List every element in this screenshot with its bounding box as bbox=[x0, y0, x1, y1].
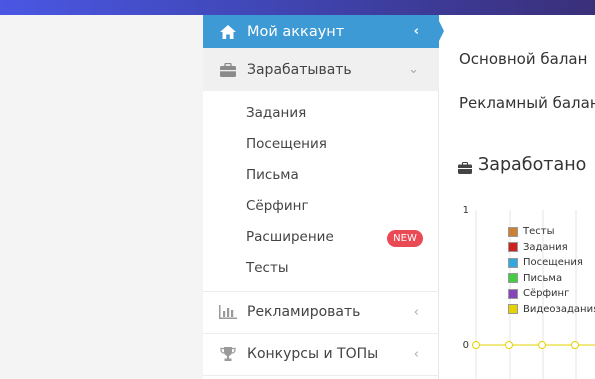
chevron-down-icon: ⌄ bbox=[408, 62, 419, 77]
main-content: Основной балан Рекламный балан Заработан… bbox=[440, 15, 595, 379]
home-icon bbox=[219, 24, 237, 40]
sidebar: Мой аккаунт ‹ Зарабатывать ⌄ Задания Пос… bbox=[203, 15, 439, 379]
top-header-bar bbox=[0, 0, 595, 15]
page-background bbox=[0, 15, 203, 379]
chevron-left-icon: ‹ bbox=[413, 346, 419, 362]
sidebar-item-earn[interactable]: Зарабатывать ⌄ bbox=[203, 48, 439, 91]
divider bbox=[203, 375, 439, 376]
legend-item: Видеозадания bbox=[508, 304, 595, 315]
legend-label: Письма bbox=[523, 272, 563, 284]
legend-label: Сёрфинг bbox=[523, 288, 570, 299]
legend-item: Тесты bbox=[508, 226, 554, 237]
legend-swatch bbox=[508, 242, 518, 252]
chevron-left-icon: ‹ bbox=[413, 24, 419, 39]
sidebar-item-label: Мой аккаунт bbox=[247, 23, 345, 40]
sidebar-subitem-letters[interactable]: Письма bbox=[246, 167, 299, 183]
chevron-left-icon: ‹ bbox=[413, 304, 419, 320]
briefcase-icon bbox=[219, 62, 237, 78]
sidebar-subitem-extension[interactable]: Расширение bbox=[246, 229, 334, 245]
legend-item: Посещения bbox=[508, 257, 583, 268]
legend-item: Задания bbox=[508, 242, 568, 253]
legend-label: Тесты bbox=[523, 226, 555, 237]
sidebar-item-label: Рекламировать bbox=[247, 304, 361, 320]
new-badge: NEW bbox=[387, 230, 423, 247]
legend-label: Задания bbox=[523, 241, 568, 253]
legend-swatch bbox=[508, 226, 518, 237]
legend-item: Письма bbox=[508, 273, 562, 284]
earned-title-text: Заработано bbox=[478, 155, 587, 175]
sidebar-item-advertise[interactable]: Рекламировать ‹ bbox=[203, 291, 439, 333]
legend-swatch bbox=[508, 304, 518, 314]
data-point bbox=[571, 341, 579, 349]
trophy-icon bbox=[219, 346, 237, 362]
legend-label: Посещения bbox=[523, 257, 583, 268]
legend-item: Сёрфинг bbox=[508, 288, 569, 299]
sidebar-subitem-surfing[interactable]: Сёрфинг bbox=[246, 198, 309, 214]
sidebar-item-label: Зарабатывать bbox=[247, 61, 352, 78]
legend-swatch bbox=[508, 257, 518, 268]
y-tick-label: 0 bbox=[463, 340, 469, 351]
sidebar-subitem-visits[interactable]: Посещения bbox=[246, 136, 327, 152]
sidebar-item-label: Конкурсы и ТОПы bbox=[247, 346, 379, 362]
briefcase-icon bbox=[458, 159, 472, 174]
bar-chart-icon bbox=[219, 304, 237, 320]
ad-balance-label: Рекламный балан bbox=[459, 94, 595, 112]
legend-label: Видеозадания bbox=[523, 303, 595, 315]
earned-section-title: Заработано bbox=[458, 155, 586, 175]
legend-swatch bbox=[508, 273, 518, 283]
data-point bbox=[538, 341, 546, 349]
sidebar-item-my-account[interactable]: Мой аккаунт ‹ bbox=[203, 15, 439, 48]
data-point bbox=[472, 341, 480, 349]
data-point bbox=[505, 341, 513, 349]
sidebar-subitem-tests[interactable]: Тесты bbox=[246, 260, 289, 276]
legend-swatch bbox=[508, 288, 518, 299]
y-tick-label: 1 bbox=[463, 205, 469, 216]
sidebar-subitem-tasks[interactable]: Задания bbox=[246, 105, 306, 121]
sidebar-item-contests[interactable]: Конкурсы и ТОПы ‹ bbox=[203, 333, 439, 375]
main-balance-label: Основной балан bbox=[459, 50, 588, 68]
